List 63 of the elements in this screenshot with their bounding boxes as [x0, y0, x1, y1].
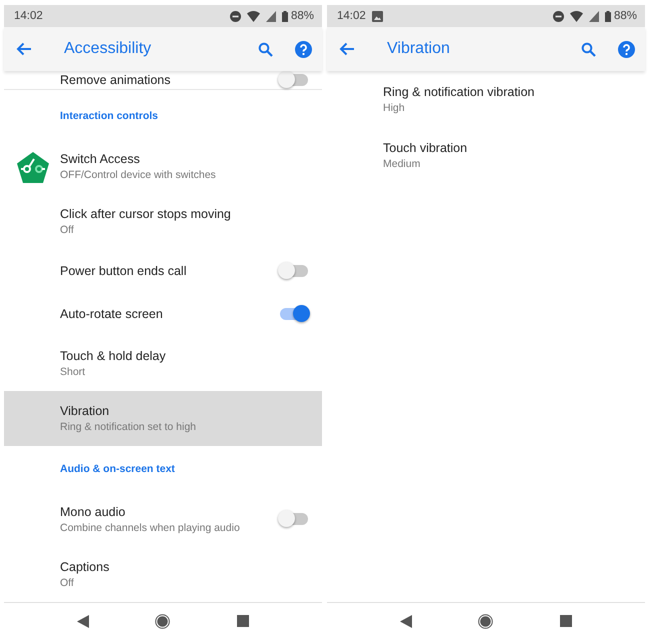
- back-nav-icon[interactable]: [400, 614, 412, 628]
- do-not-disturb-icon: [552, 10, 564, 22]
- setting-summary: High: [383, 102, 406, 114]
- setting-summary: Off: [60, 224, 75, 236]
- signal-icon: [588, 10, 599, 22]
- setting-summary: Off: [60, 576, 75, 589]
- settings-row[interactable]: Touch & hold delay Short: [4, 336, 322, 392]
- setting-title: Touch & hold delay: [60, 349, 167, 364]
- setting-summary: Medium: [383, 158, 422, 170]
- setting-title: Click after cursor stops moving: [60, 207, 232, 222]
- setting-title: Mono audio: [60, 504, 126, 519]
- help-icon[interactable]: [618, 40, 635, 58]
- setting-title: Captions: [60, 560, 110, 574]
- home-nav-icon[interactable]: [478, 614, 494, 628]
- do-not-disturb-icon: [230, 10, 241, 22]
- setting-title: Switch Access: [60, 152, 141, 166]
- battery-percent: 88%: [290, 10, 314, 22]
- setting-summary: Ring & notification set to high: [60, 421, 197, 434]
- toggle-switch[interactable]: [280, 308, 308, 320]
- screen-title: Vibration: [387, 40, 451, 58]
- settings-row[interactable]: Power button ends call: [4, 249, 322, 293]
- settings-row[interactable]: Mono audio Combine channels when playing audio: [4, 492, 322, 547]
- settings-row[interactable]: Switch Access OFF/Control device with switches: [4, 139, 322, 194]
- search-icon[interactable]: [581, 42, 596, 56]
- setting-title: Ring & notification vibration: [383, 84, 536, 98]
- toggle-switch[interactable]: [280, 265, 308, 278]
- wifi-icon: [570, 10, 583, 22]
- setting-summary: OFF/Control device with switches: [60, 169, 217, 182]
- home-nav-icon[interactable]: [155, 614, 170, 628]
- settings-row[interactable]: Auto-rotate screen: [4, 292, 322, 336]
- settings-row[interactable]: Click after cursor stops moving Off: [4, 194, 322, 250]
- back-nav-icon[interactable]: [77, 614, 90, 628]
- battery-icon: [604, 10, 611, 22]
- toggle-switch[interactable]: [280, 513, 308, 526]
- setting-summary: Combine channels when playing audio: [60, 522, 241, 534]
- setting-title: Power button ends call: [60, 264, 188, 278]
- setting-title: Auto-rotate screen: [60, 307, 164, 322]
- back-arrow-icon[interactable]: [16, 42, 32, 56]
- status-time: 14:02: [14, 10, 43, 22]
- settings-row[interactable]: Touch vibration Medium: [327, 127, 645, 183]
- help-icon[interactable]: [295, 40, 312, 58]
- status-time: 14:02: [337, 10, 366, 22]
- setting-summary: Short: [60, 366, 86, 378]
- setting-title: Touch vibration: [383, 140, 468, 154]
- battery-icon: [282, 10, 288, 22]
- signal-icon: [266, 10, 276, 22]
- settings-row[interactable]: Remove animations: [4, 71, 322, 90]
- screen-title: Accessibility: [64, 40, 152, 58]
- recents-nav-icon[interactable]: [560, 615, 572, 627]
- setting-title: Remove animations: [60, 72, 172, 87]
- settings-row[interactable]: Captions Off: [4, 546, 322, 602]
- toggle-switch[interactable]: [280, 74, 308, 86]
- section-header: Audio & on-screen text: [60, 463, 175, 476]
- setting-title: Vibration: [60, 404, 110, 418]
- switch-access-icon: [16, 151, 50, 186]
- settings-row[interactable]: Ring & notification vibration High: [327, 71, 645, 127]
- search-icon[interactable]: [258, 42, 273, 56]
- settings-row[interactable]: Vibration Ring & notification set to high: [4, 391, 322, 446]
- back-arrow-icon[interactable]: [339, 42, 355, 56]
- battery-percent: 88%: [614, 10, 637, 22]
- wifi-icon: [246, 10, 260, 22]
- section-header: Interaction controls: [60, 110, 158, 122]
- recents-nav-icon[interactable]: [236, 615, 249, 627]
